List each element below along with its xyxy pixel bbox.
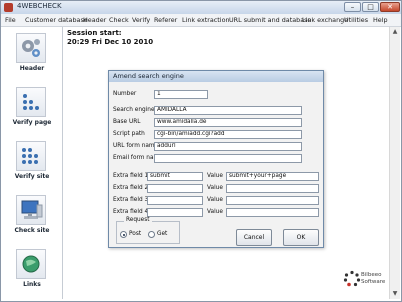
ok-button[interactable]: OK — [283, 229, 319, 246]
sidebar-label: Verify page — [12, 119, 52, 126]
extra-field-4-label: Extra field 4 — [113, 209, 149, 215]
sidebar-item-check-site[interactable]: Check site — [6, 195, 58, 245]
amend-search-engine-dialog: Amend search engine Number 1 Search engi… — [108, 70, 324, 248]
menu-help[interactable]: Help — [373, 16, 388, 24]
base-url-field[interactable]: www.amidalla.de — [154, 118, 302, 127]
script-path-label: Script path — [113, 131, 145, 137]
extra-value-3-input[interactable] — [226, 196, 319, 205]
brand-line-2: Software — [361, 279, 386, 285]
request-group: Request Post Get — [116, 217, 180, 244]
menu-utilities[interactable]: Utilities — [344, 16, 368, 24]
extra-field-2-input[interactable] — [147, 184, 203, 193]
menu-file[interactable]: File — [5, 16, 16, 24]
sidebar-label: Header — [19, 65, 45, 72]
extra-value-4-input[interactable] — [226, 208, 319, 217]
sidebar-label: Verify site — [14, 173, 50, 180]
extra-value-2-input[interactable] — [226, 184, 319, 193]
sidebar-item-header[interactable]: Header — [6, 33, 58, 83]
post-radio-label[interactable]: Post — [129, 231, 141, 237]
close-button[interactable]: ✕ — [380, 2, 400, 12]
window-title: 4WEBCHECK — [17, 2, 62, 10]
bilbeeo-logo-icon — [343, 270, 361, 288]
gears-icon — [16, 33, 46, 63]
extra-field-4-input[interactable] — [147, 208, 203, 217]
scroll-up-icon[interactable]: ▲ — [390, 27, 400, 36]
extra-field-1-input[interactable]: submit — [147, 172, 203, 181]
menu-link-exchange[interactable]: Link exchange — [302, 16, 348, 24]
session-start-date: 20:29 Fri Dec 10 2010 — [67, 38, 154, 46]
extra-value-1-label: Value — [207, 173, 223, 179]
maximize-button[interactable]: □ — [362, 2, 379, 12]
request-group-label: Request — [124, 217, 152, 223]
menu-url-submit[interactable]: URL submit and database — [229, 16, 311, 24]
app-logo-icon — [4, 3, 13, 12]
number-field[interactable]: 1 — [154, 90, 208, 99]
extra-field-1-label: Extra field 1 — [113, 173, 149, 179]
scroll-down-icon[interactable]: ▼ — [390, 289, 400, 298]
menu-bar: File Customer database Header Check Veri… — [1, 14, 401, 27]
sidebar: Header Verify page Verify site Check sit… — [2, 27, 63, 299]
computer-icon — [16, 195, 46, 225]
sidebar-item-verify-site[interactable]: Verify site — [6, 141, 58, 191]
menu-link-extraction[interactable]: Link extraction — [182, 16, 230, 24]
menu-header[interactable]: Header — [83, 16, 106, 24]
dots-page-icon — [16, 87, 46, 117]
base-url-label: Base URL — [113, 119, 141, 125]
vertical-scrollbar[interactable]: ▲ ▼ — [389, 27, 400, 299]
extra-field-2-label: Extra field 2 — [113, 185, 149, 191]
get-radio-label[interactable]: Get — [157, 231, 167, 237]
cancel-button[interactable]: Cancel — [236, 229, 272, 246]
menu-customer-database[interactable]: Customer database — [25, 16, 88, 24]
sidebar-item-links[interactable]: Links — [6, 249, 58, 299]
menu-verify[interactable]: Verify — [132, 16, 150, 24]
dots-site-icon — [16, 141, 46, 171]
extra-field-3-input[interactable] — [147, 196, 203, 205]
number-label: Number — [113, 91, 137, 97]
get-radio[interactable] — [148, 231, 155, 238]
extra-value-3-label: Value — [207, 197, 223, 203]
app-window: 4WEBCHECK – □ ✕ File Customer database H… — [0, 0, 402, 302]
sidebar-label: Links — [23, 281, 41, 288]
brand-line-1: Bilbeeo — [361, 272, 382, 278]
minimize-button[interactable]: – — [344, 2, 361, 12]
extra-value-2-label: Value — [207, 185, 223, 191]
menu-check[interactable]: Check — [109, 16, 129, 24]
extra-value-1-input[interactable]: submit+your+page — [226, 172, 319, 181]
sidebar-label: Check site — [14, 227, 50, 234]
extra-value-4-label: Value — [207, 209, 223, 215]
search-engine-label: Search engine — [113, 107, 155, 113]
menu-referer[interactable]: Referer — [154, 16, 177, 24]
dialog-title: Amend search engine — [109, 71, 323, 82]
title-bar: 4WEBCHECK – □ ✕ — [1, 1, 401, 14]
url-form-name-label: URL form name — [113, 143, 159, 149]
globe-icon — [16, 249, 46, 279]
session-start-label: Session start: — [67, 29, 122, 37]
email-form-name-field[interactable] — [154, 154, 302, 163]
extra-field-3-label: Extra field 3 — [113, 197, 149, 203]
post-radio[interactable] — [120, 231, 127, 238]
search-engine-field[interactable]: AMIDALLA — [154, 106, 302, 115]
script-path-field[interactable]: cgi-bin/amiadd.cgi?add — [154, 130, 302, 139]
bilbeeo-brand: Bilbeeo Software — [361, 272, 385, 286]
sidebar-item-verify-page[interactable]: Verify page — [6, 87, 58, 137]
url-form-name-field[interactable]: addurl — [154, 142, 302, 151]
